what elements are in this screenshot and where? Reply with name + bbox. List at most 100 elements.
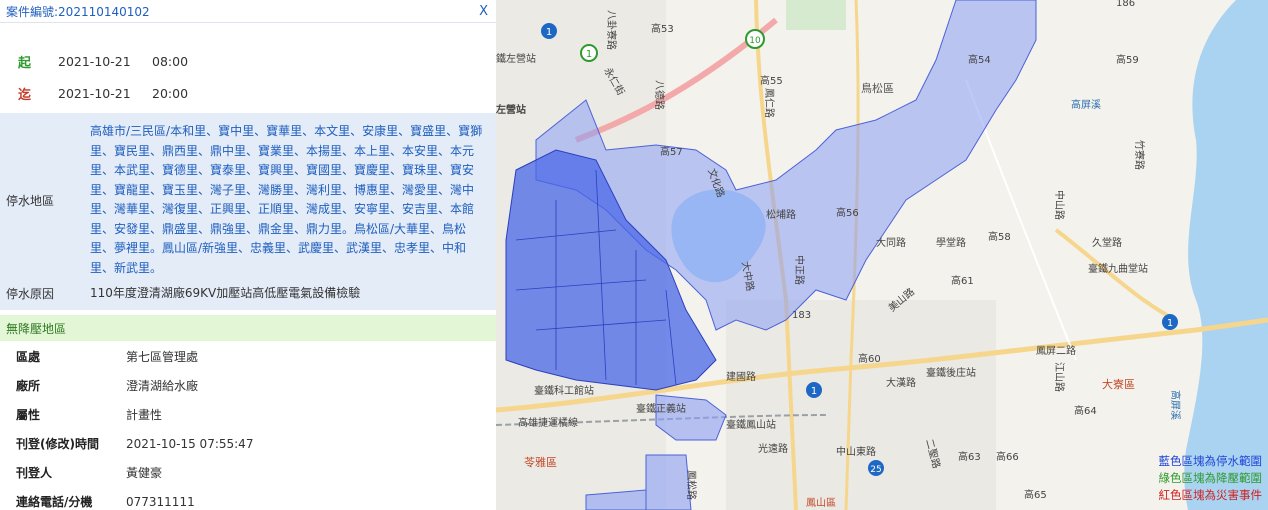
map-label: 高雄捷運橘線 bbox=[518, 416, 578, 429]
route-label: 25 bbox=[870, 465, 881, 475]
case-number: 案件編號:202110140102 bbox=[6, 4, 150, 19]
detail-key: 連絡電話/分機 bbox=[16, 495, 93, 509]
map-label: 久堂路 bbox=[1092, 236, 1122, 249]
detail-value: 澄清湖給水廠 bbox=[126, 379, 199, 393]
map-label: 中山東路 bbox=[836, 445, 876, 458]
map-label: 臺鐵鳳山站 bbox=[726, 418, 776, 431]
map-label: 高66 bbox=[996, 450, 1019, 463]
end-time-row: 迄 2021-10-21 20:00 bbox=[18, 77, 496, 109]
river-area bbox=[1184, 0, 1268, 510]
route-label: 1 bbox=[811, 386, 817, 397]
detail-value: 077311111 bbox=[126, 494, 195, 509]
map-label: 臺鐵科工館站 bbox=[534, 384, 594, 397]
map-label: 八卦寮路 bbox=[605, 10, 618, 50]
area-label: 停水地區 bbox=[6, 193, 55, 208]
map-label: 高54 bbox=[968, 53, 991, 66]
map-label: 松埔路 bbox=[766, 208, 796, 221]
map-label: 鳳松路 bbox=[685, 470, 698, 500]
start-date: 2021-10-21 bbox=[58, 53, 131, 69]
detail-row: 刊登人 黃健豪 bbox=[16, 458, 496, 487]
map-label: 大同路 bbox=[876, 236, 906, 249]
legend-item-disaster: 紅色區塊為災害事件 bbox=[1158, 488, 1263, 502]
map-label: 大漢路 bbox=[886, 376, 916, 389]
reason-row: 停水原因 110年度澄清湖廠69KV加壓站高低壓電氣設備檢驗 bbox=[6, 284, 496, 302]
map-label: 高63 bbox=[958, 450, 981, 463]
map-label: 高55 bbox=[760, 74, 783, 87]
legend-item-pressure: 綠色區塊為降壓範圍 bbox=[1158, 471, 1263, 485]
map-label: 高59 bbox=[1116, 53, 1139, 66]
map-label: 高65 bbox=[1024, 488, 1047, 501]
map-label: 高60 bbox=[858, 352, 881, 365]
map-label: 高57 bbox=[660, 145, 683, 158]
map-label: 臺鐵正義站 bbox=[636, 402, 686, 415]
map-label: 186 bbox=[1116, 0, 1135, 9]
map-label: 鳥松區 bbox=[861, 81, 894, 95]
route-label: 1 bbox=[546, 27, 552, 38]
route-label: 10 bbox=[749, 36, 761, 46]
end-time: 20:00 bbox=[152, 85, 189, 101]
map-label: 高53 bbox=[651, 22, 674, 35]
map-label: 高61 bbox=[951, 274, 974, 287]
time-range: 起 2021-10-21 08:00 迄 2021-10-21 20:00 bbox=[0, 23, 496, 111]
area-row: 停水地區 高雄市/三民區/本和里、寶中里、寶華里、本文里、安康里、寶盛里、寶獅里… bbox=[6, 122, 496, 278]
detail-key: 刊登人 bbox=[16, 466, 53, 480]
map-label: 183 bbox=[792, 310, 811, 321]
map-label: 八德路 bbox=[653, 80, 666, 110]
map-label: 鐵左營站 bbox=[496, 52, 536, 65]
map-label: 鳳仁路 bbox=[763, 88, 776, 118]
map-label: 光遠路 bbox=[758, 442, 788, 455]
reason-label: 停水原因 bbox=[6, 286, 55, 301]
map-label: 建國路 bbox=[726, 370, 756, 383]
map-canvas[interactable]: 1 1 10 1 1 25 鐵左營站 左營站 高53 高55 高57 鳥松區 高… bbox=[496, 0, 1268, 510]
detail-row: 區處 第七區管理處 bbox=[16, 342, 496, 371]
map-label: 中山路 bbox=[1053, 190, 1066, 220]
route-label: 1 bbox=[1167, 318, 1173, 329]
end-label: 迄 bbox=[18, 87, 32, 103]
map-label: 江山路 bbox=[1053, 362, 1066, 392]
detail-key: 刊登(修改)時間 bbox=[16, 437, 99, 451]
map-legend: 藍色區塊為停水範圍 綠色區塊為降壓範圍 紅色區塊為災害事件 bbox=[1159, 453, 1263, 504]
start-time: 08:00 bbox=[152, 53, 189, 69]
area-list: 高雄市/三民區/本和里、寶中里、寶華里、本文里、安康里、寶盛里、寶獅里、寶民里、… bbox=[90, 124, 483, 275]
detail-key: 廠所 bbox=[16, 379, 41, 393]
start-label: 起 bbox=[18, 55, 32, 71]
map-label: 苓雅區 bbox=[524, 455, 557, 469]
detail-row: 屬性 計畫性 bbox=[16, 400, 496, 429]
map-label: 高56 bbox=[836, 206, 859, 219]
end-date: 2021-10-21 bbox=[58, 85, 131, 101]
case-info-panel: 案件編號:202110140102 X 起 2021-10-21 08:00 迄… bbox=[0, 0, 496, 510]
detail-key: 區處 bbox=[16, 350, 41, 364]
start-time-row: 起 2021-10-21 08:00 bbox=[18, 45, 496, 77]
route-label: 1 bbox=[586, 49, 592, 60]
map-label: 鳳屏二路 bbox=[1036, 344, 1076, 357]
map-label: 學堂路 bbox=[936, 236, 966, 249]
map-label: 竹寮路 bbox=[1133, 140, 1146, 170]
map-label: 高屏溪 bbox=[1169, 390, 1182, 420]
detail-value: 黃健豪 bbox=[126, 466, 163, 480]
detail-row: 廠所 澄清湖給水廠 bbox=[16, 371, 496, 400]
detail-value: 計畫性 bbox=[126, 408, 163, 422]
map-label: 高屏溪 bbox=[1071, 98, 1101, 111]
map-label: 臺鐵九曲堂站 bbox=[1088, 262, 1148, 275]
outage-map[interactable]: 1 1 10 1 1 25 鐵左營站 左營站 高53 高55 高57 鳥松區 高… bbox=[496, 0, 1268, 510]
no-pressure-section-title: 無降壓地區 bbox=[0, 315, 496, 341]
map-label: 中正路 bbox=[793, 255, 806, 285]
map-label: 左營站 bbox=[496, 103, 526, 116]
detail-key: 屬性 bbox=[16, 408, 41, 422]
detail-value: 2021-10-15 07:55:47 bbox=[126, 436, 254, 451]
map-label: 大寮區 bbox=[1102, 377, 1135, 391]
reason-text: 110年度澄清湖廠69KV加壓站高低壓電氣設備檢驗 bbox=[90, 286, 361, 300]
map-label: 高64 bbox=[1074, 404, 1097, 417]
panel-header: 案件編號:202110140102 X bbox=[0, 0, 496, 23]
map-label: 鳳山區 bbox=[806, 497, 836, 509]
outage-zone[interactable] bbox=[645, 454, 692, 510]
details-table: 區處 第七區管理處 廠所 澄清湖給水廠 屬性 計畫性 刊登(修改)時間 2021… bbox=[0, 342, 496, 510]
map-label: 臺鐵後庄站 bbox=[926, 366, 976, 379]
detail-value: 第七區管理處 bbox=[126, 350, 199, 364]
close-button[interactable]: X bbox=[479, 4, 488, 19]
legend-item-outage: 藍色區塊為停水範圍 bbox=[1158, 454, 1263, 468]
map-label: 高58 bbox=[988, 230, 1011, 243]
detail-row: 刊登(修改)時間 2021-10-15 07:55:47 bbox=[16, 429, 496, 458]
detail-row: 連絡電話/分機 077311111 bbox=[16, 487, 496, 510]
outage-info: 停水地區 高雄市/三民區/本和里、寶中里、寶華里、本文里、安康里、寶盛里、寶獅里… bbox=[0, 113, 496, 310]
